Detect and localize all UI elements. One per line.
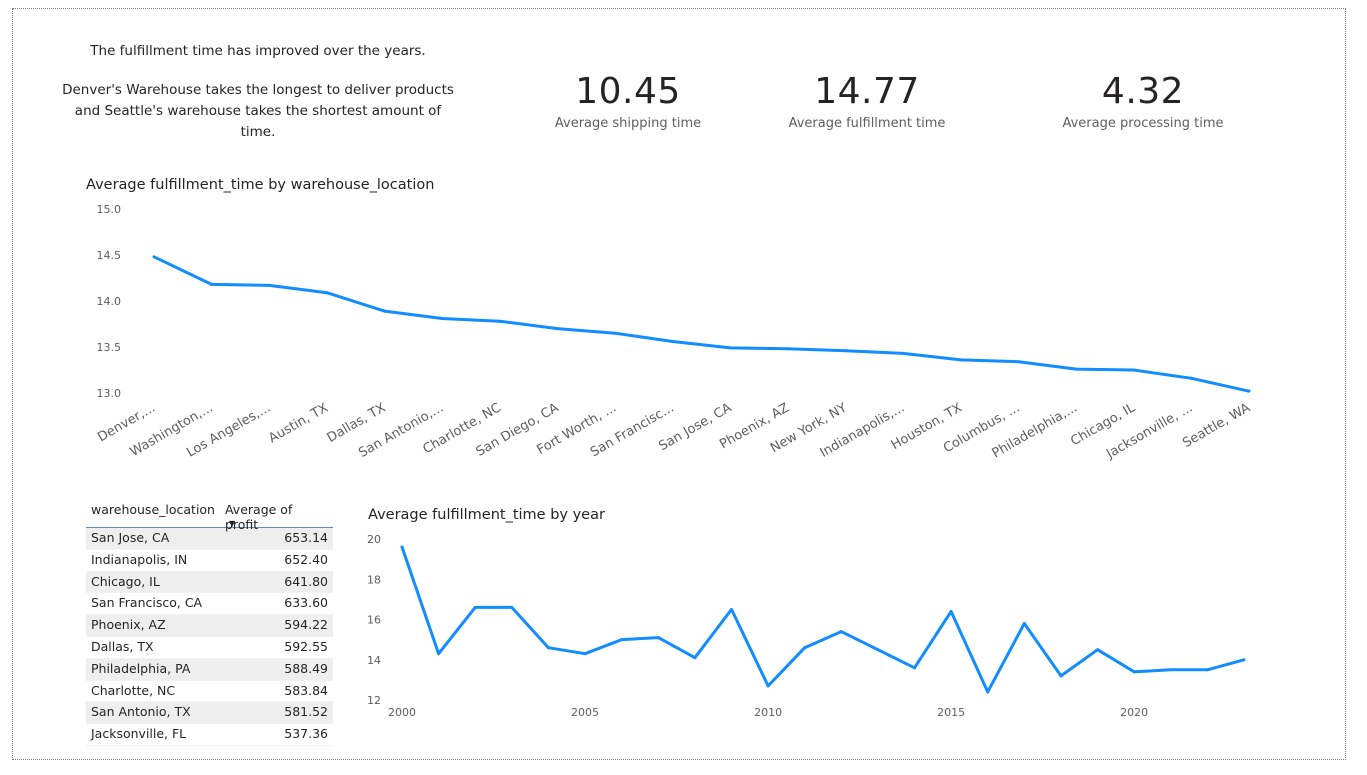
data-point bbox=[1205, 668, 1209, 672]
data-point bbox=[671, 339, 675, 343]
data-point bbox=[803, 646, 807, 650]
data-point bbox=[440, 316, 444, 320]
data-point bbox=[913, 666, 917, 670]
x-tick-label: Austin, TX bbox=[266, 400, 331, 446]
data-point bbox=[729, 607, 733, 611]
data-point bbox=[383, 309, 387, 313]
data-point bbox=[844, 349, 848, 353]
data-point bbox=[959, 358, 963, 362]
x-tick-label: 2005 bbox=[571, 706, 599, 719]
data-point bbox=[555, 327, 559, 331]
data-point bbox=[1247, 389, 1251, 393]
data-point bbox=[498, 319, 502, 323]
line-chart-year[interactable]: 20 18 16 14 12 2000 2005 2010 2015 2020 bbox=[0, 500, 1367, 760]
data-point bbox=[1022, 622, 1026, 626]
y-tick-label: 16 bbox=[367, 614, 381, 627]
y-tick-label: 14.0 bbox=[97, 295, 122, 308]
data-point bbox=[437, 652, 441, 656]
y-tick-label: 14 bbox=[367, 654, 381, 667]
data-point bbox=[986, 690, 990, 694]
series-line bbox=[153, 255, 1250, 393]
data-point bbox=[1059, 674, 1063, 678]
data-point bbox=[1169, 668, 1173, 672]
data-point bbox=[1016, 360, 1020, 364]
data-point bbox=[1074, 367, 1078, 371]
data-point bbox=[728, 346, 732, 350]
data-point bbox=[1132, 368, 1136, 372]
data-point bbox=[400, 545, 404, 549]
data-point bbox=[1096, 648, 1100, 652]
data-point bbox=[693, 656, 697, 660]
series-line bbox=[400, 546, 1245, 694]
x-tick-label: 2010 bbox=[754, 706, 782, 719]
x-tick-label: 2015 bbox=[937, 706, 965, 719]
data-point bbox=[1132, 670, 1136, 674]
y-tick-label: 15.0 bbox=[97, 203, 122, 216]
x-tick-label: 2020 bbox=[1120, 706, 1148, 719]
y-tick-label: 13.5 bbox=[97, 341, 122, 354]
data-point bbox=[1189, 376, 1193, 380]
data-point bbox=[901, 351, 905, 355]
y-tick-label: 12 bbox=[367, 694, 381, 707]
y-tick-label: 20 bbox=[367, 533, 381, 546]
data-point bbox=[839, 630, 843, 634]
data-point bbox=[949, 609, 953, 613]
data-point bbox=[613, 331, 617, 335]
data-point bbox=[325, 291, 329, 295]
x-tick-label: 2000 bbox=[388, 706, 416, 719]
data-point bbox=[1242, 658, 1246, 662]
y-tick-label: 14.5 bbox=[97, 249, 122, 262]
data-point bbox=[620, 638, 624, 642]
data-point bbox=[267, 283, 271, 287]
data-point bbox=[546, 646, 550, 650]
data-point bbox=[473, 605, 477, 609]
data-point bbox=[510, 605, 514, 609]
data-point bbox=[656, 636, 660, 640]
data-point bbox=[876, 648, 880, 652]
data-point bbox=[786, 347, 790, 351]
y-tick-label: 18 bbox=[367, 573, 381, 586]
data-point bbox=[766, 684, 770, 688]
data-point bbox=[152, 255, 156, 259]
data-point bbox=[210, 282, 214, 286]
line-chart-location[interactable]: 15.014.514.013.513.0Denver,...Washington… bbox=[0, 0, 1367, 500]
y-tick-label: 13.0 bbox=[97, 387, 122, 400]
data-point bbox=[583, 652, 587, 656]
